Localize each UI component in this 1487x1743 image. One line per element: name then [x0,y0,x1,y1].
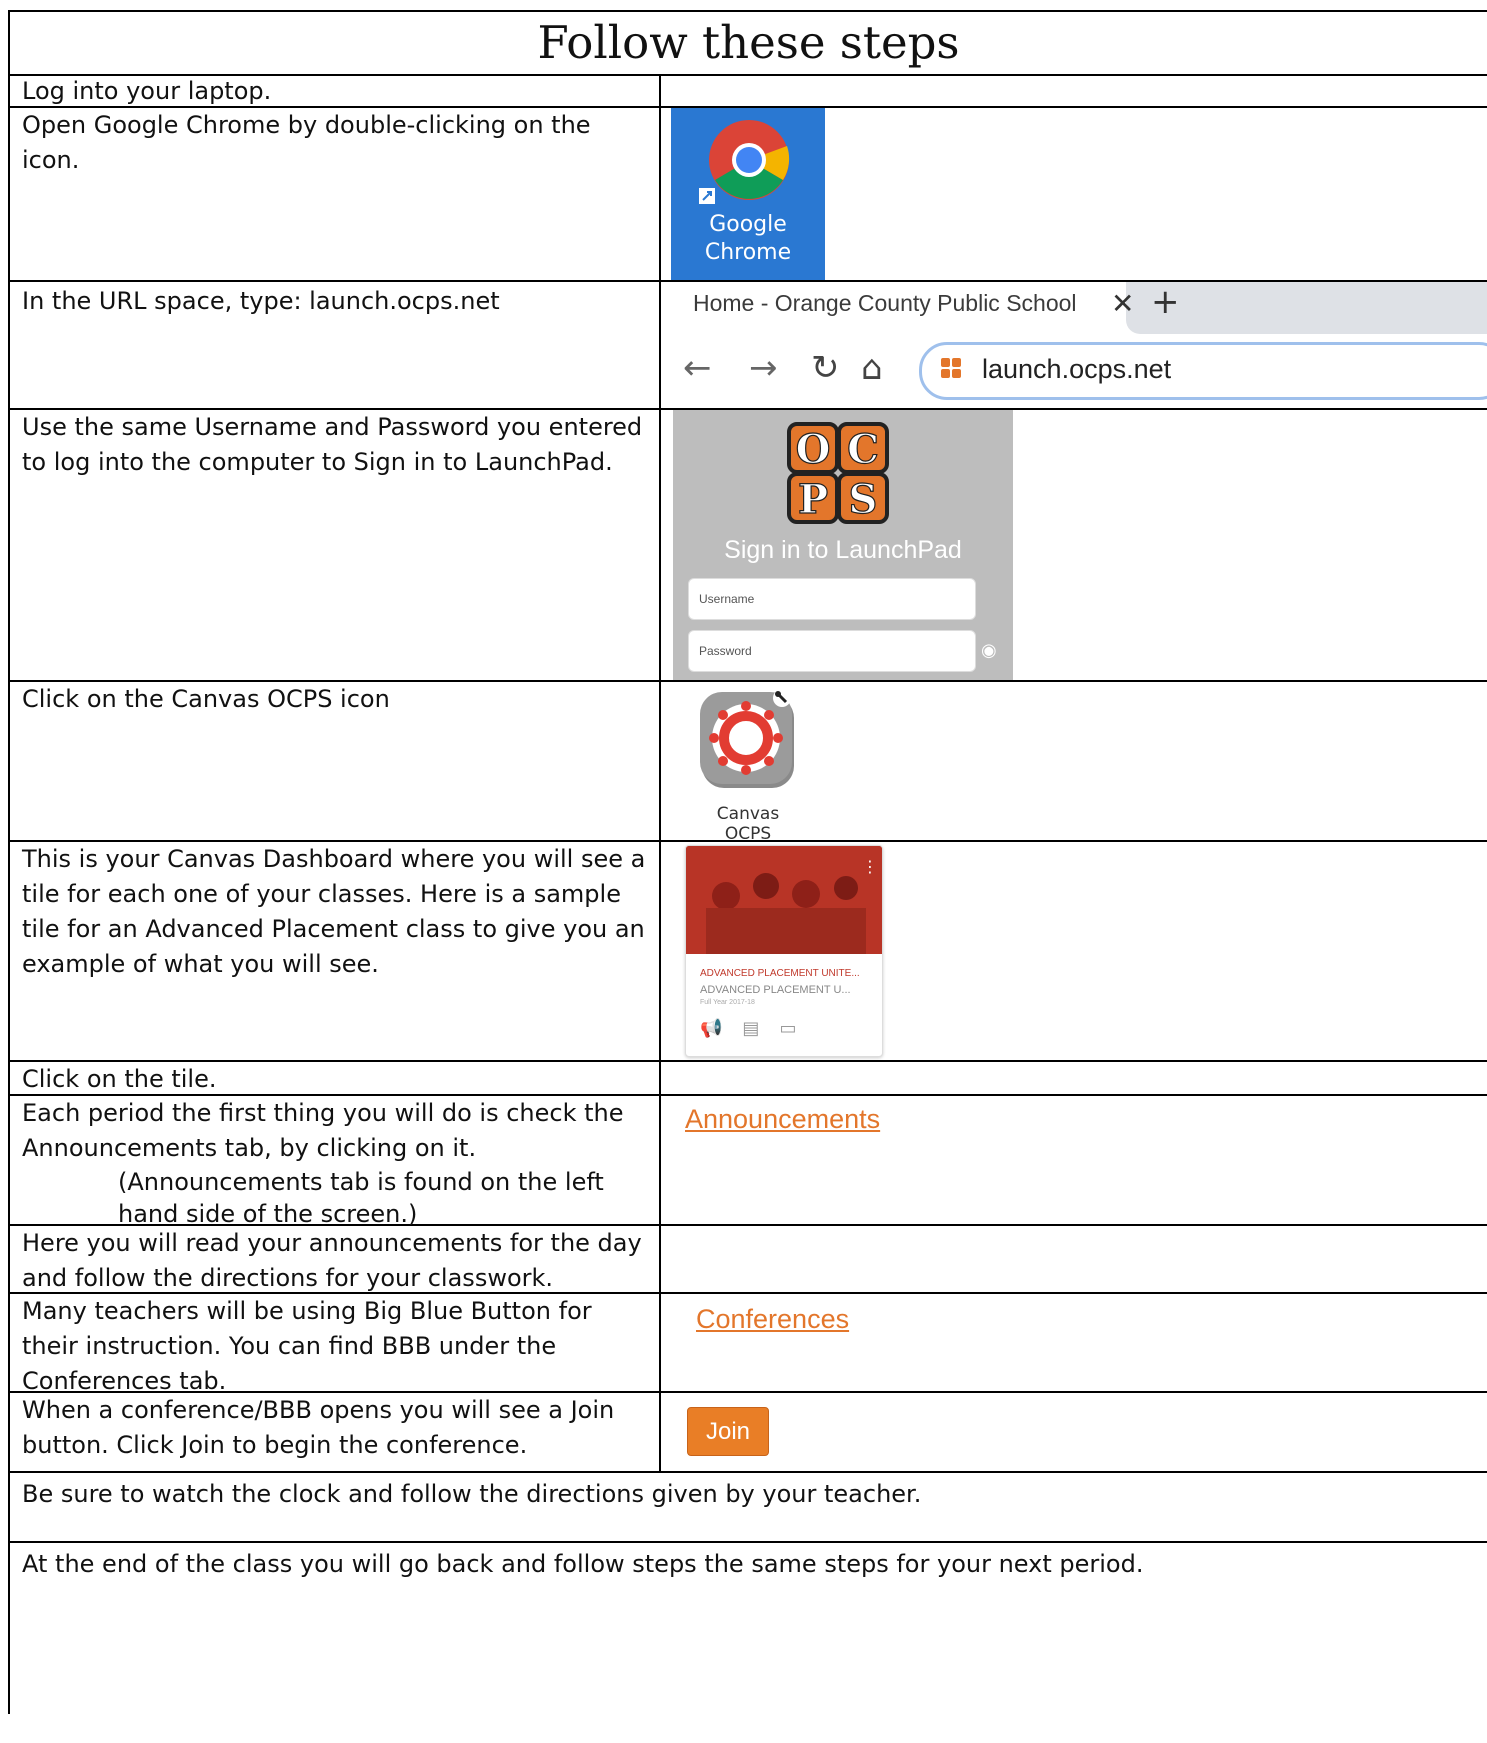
step-row-11: When a conference/BBB opens you will see… [10,1393,1487,1473]
step-row-4: Use the same Username and Password you e… [10,410,1487,682]
logo-letter: O [796,426,831,473]
page-title: Follow these steps [10,12,1487,76]
step-text: Open Google Chrome by double-clicking on… [22,111,591,174]
announcements-icon[interactable]: 📢 [700,1018,742,1039]
username-placeholder: Username [699,592,755,606]
chrome-desktop-icon[interactable]: Google Chrome [671,108,825,280]
step-text: Click on the Canvas OCPS icon [22,685,390,713]
step-row-9: Here you will read your announcements fo… [10,1226,1487,1294]
step-text: Use the same Username and Password you e… [22,413,643,476]
card-course-subtitle: ADVANCED PLACEMENT U... [700,984,851,996]
canvas-ocps-app-icon[interactable]: Canvas OCPS [692,682,820,844]
step-row-8: Each period the first thing you will do … [10,1096,1487,1228]
browser-screenshot: Home - Orange County Public School ✕ + ←… [661,282,1487,408]
step-text: In the URL space, type: launch.ocps.net [22,287,500,315]
logo-letter: P [798,476,828,523]
reload-icon[interactable]: ↻ [811,348,840,388]
step-row-7: Click on the tile. [10,1062,1487,1096]
step-row-6: This is your Canvas Dashboard where you … [10,842,1487,1062]
footer-row-1: Be sure to watch the clock and follow th… [10,1473,1487,1543]
step-text: Many teachers will be using Big Blue But… [22,1297,592,1395]
password-field[interactable]: Password [688,630,976,672]
canvas-icon [700,689,794,788]
step-row-3: In the URL space, type: launch.ocps.net … [10,282,1487,410]
ocps-logo: O C P S [787,422,889,524]
step-row-2: Open Google Chrome by double-clicking on… [10,108,1487,282]
step-text: When a conference/BBB opens you will see… [22,1396,615,1459]
site-favicon-icon [941,358,961,378]
chrome-label-line2: Chrome [704,240,792,265]
forward-icon[interactable]: → [749,348,778,388]
assignments-icon[interactable]: ▤ [742,1018,779,1039]
step-row-1: Log into your laptop. [10,74,1487,108]
footer-row-2: At the end of the class you will go back… [10,1543,1487,1743]
password-placeholder: Password [699,644,752,658]
step-text: Log into your laptop. [22,77,272,105]
column-divider [659,74,661,106]
browser-tab-title[interactable]: Home - Orange County Public School [693,290,1077,317]
close-tab-icon[interactable]: ✕ [1111,287,1134,320]
logo-letter: C [847,426,879,473]
join-button[interactable]: Join [687,1407,769,1456]
hide-password-icon[interactable]: ◉ [981,640,997,661]
username-field[interactable]: Username [688,578,976,620]
step-text: This is your Canvas Dashboard where you … [22,845,646,978]
instructions-table: Follow these steps Log into your laptop.… [8,10,1487,1714]
step-row-10: Many teachers will be using Big Blue But… [10,1294,1487,1395]
url-text: launch.ocps.net [982,354,1172,384]
back-icon[interactable]: ← [683,348,712,388]
files-icon[interactable]: ▭ [779,1018,816,1039]
course-dashboard-card[interactable]: ⋮ ADVANCED PLACEMENT UNITE... ADVANCED P… [685,845,883,1057]
card-term: Full Year 2017-18 [700,999,755,1006]
step-main-text: Each period the first thing you will do … [22,1099,624,1162]
url-input[interactable]: launch.ocps.net [919,342,1487,400]
step-note: (Announcements tab is found on the left … [118,1168,604,1228]
step-row-5: Click on the Canvas OCPS icon Canvas OCP… [10,682,1487,844]
conferences-link[interactable]: Conferences [696,1304,849,1335]
announcements-link[interactable]: Announcements [685,1104,880,1135]
canvas-icon-label: Canvas OCPS [716,804,780,844]
logo-letter: S [849,476,878,523]
card-image: ⋮ [686,846,882,954]
step-text: Each period the first thing you will do … [22,1096,652,1230]
chrome-icon [699,120,790,204]
step-text: Click on the tile. [22,1065,217,1093]
step-text: Here you will read your announcements fo… [22,1229,642,1292]
launchpad-signin-panel: O C P S Sign in to LaunchPad Username Pa… [673,410,1013,680]
home-icon[interactable]: ⌂ [861,348,883,388]
tab-strip [1126,282,1487,334]
new-tab-icon[interactable]: + [1151,282,1180,322]
column-divider [659,1062,661,1094]
footer-text-2: At the end of the class you will go back… [22,1550,1144,1578]
card-course-title: ADVANCED PLACEMENT UNITE... [700,968,860,979]
column-divider [659,1226,661,1292]
footer-text-1: Be sure to watch the clock and follow th… [22,1480,922,1508]
svg-text:⋮: ⋮ [862,857,878,876]
browser-toolbar: ← → ↻ ⌂ launch.ocps.net [661,334,1487,408]
chrome-label-line1: Google [709,212,787,237]
signin-title: Sign in to LaunchPad [724,536,962,564]
